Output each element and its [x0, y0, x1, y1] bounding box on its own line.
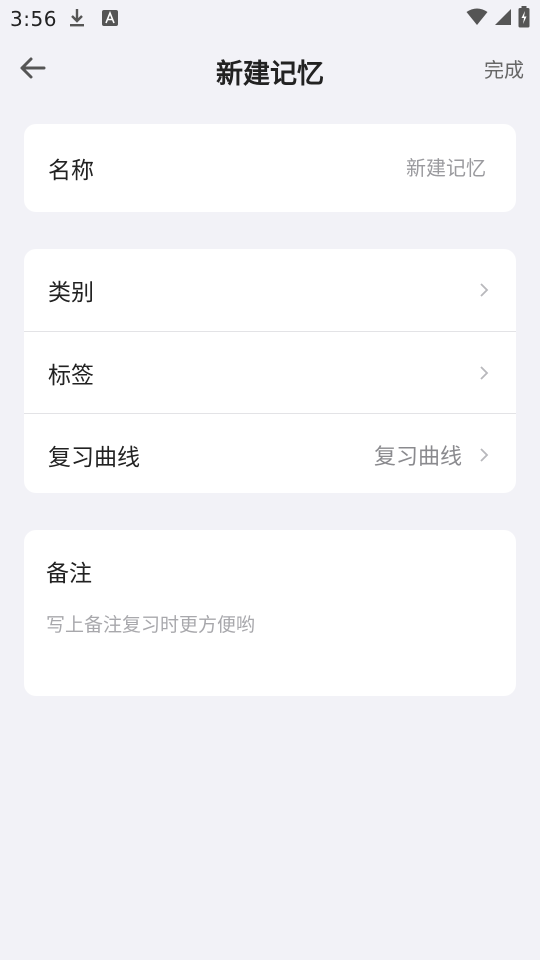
chevron-right-icon: [476, 282, 492, 298]
curve-value: 复习曲线: [373, 444, 462, 470]
curve-row[interactable]: 复习曲线 复习曲线: [24, 413, 516, 493]
name-label: 名称: [48, 158, 94, 184]
wifi-icon: [466, 8, 488, 30]
note-input[interactable]: [46, 610, 486, 670]
battery-icon: [518, 6, 530, 32]
category-row[interactable]: 类别: [24, 249, 516, 331]
options-card: 类别 标签 复习曲线 复习曲线: [24, 249, 516, 493]
status-left-icons: [68, 8, 118, 32]
status-right-icons: [466, 6, 530, 32]
chevron-right-icon: [476, 365, 492, 381]
done-button[interactable]: 完成: [484, 54, 524, 83]
note-title: 备注: [46, 561, 92, 587]
name-input[interactable]: [226, 156, 492, 180]
name-card: 名称: [24, 124, 516, 212]
font-icon: [102, 10, 118, 30]
signal-icon: [494, 8, 512, 30]
category-label: 类别: [48, 280, 94, 306]
status-bar: 3:56: [0, 0, 540, 36]
name-row: 名称: [24, 124, 516, 212]
nav-bar: 新建记忆 完成: [0, 36, 540, 104]
page-title: 新建记忆: [216, 59, 324, 90]
curve-label: 复习曲线: [48, 444, 140, 471]
note-card: 备注: [24, 530, 516, 696]
tags-label: 标签: [48, 362, 94, 389]
chevron-right-icon: [476, 447, 492, 463]
download-icon: [68, 8, 86, 32]
tags-row[interactable]: 标签: [24, 331, 516, 413]
status-time: 3:56: [10, 7, 57, 31]
